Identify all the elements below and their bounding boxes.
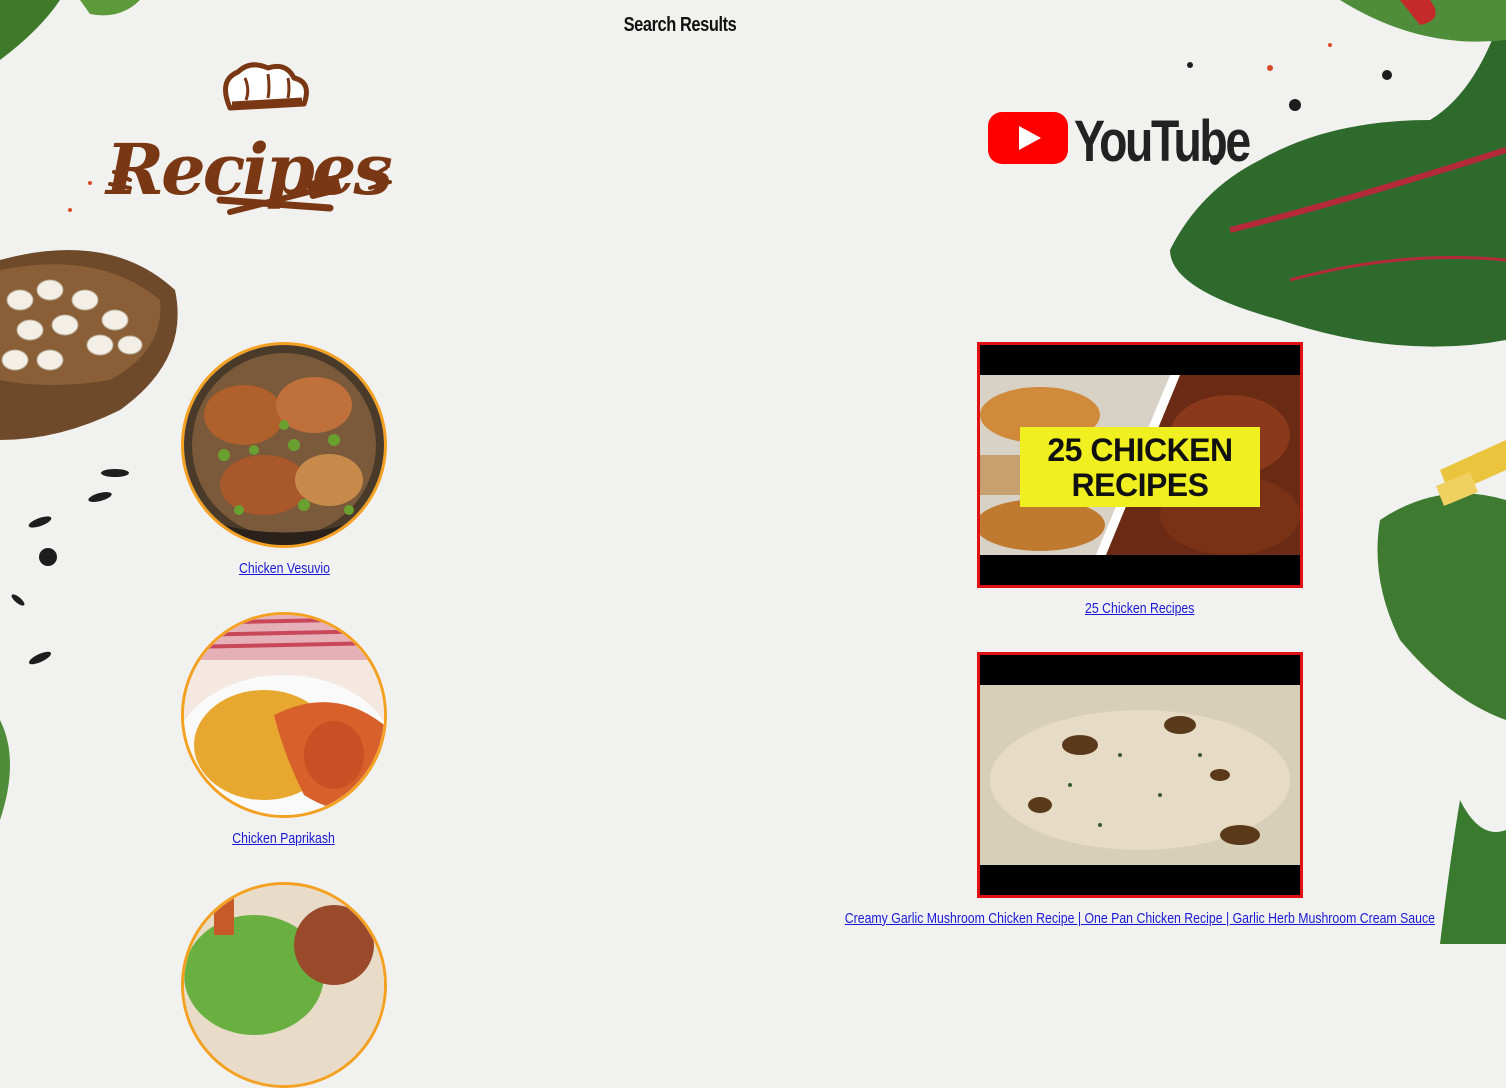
recipe-link[interactable]: Chicken Vesuvio bbox=[239, 560, 330, 577]
video-caption: Creamy Garlic Mushroom Chicken Recipe | … bbox=[777, 910, 1503, 928]
youtube-logo-text: YouTube bbox=[1074, 109, 1251, 174]
chicken-vesuvio-image bbox=[184, 345, 384, 545]
recipe-image[interactable] bbox=[181, 342, 387, 548]
youtube-play-icon bbox=[988, 112, 1068, 164]
video-card[interactable]: 25 CHICKEN RECIPES 25 Chicken Recipes bbox=[977, 342, 1303, 618]
thumbnail-text-line: RECIPES bbox=[1071, 467, 1209, 503]
mushroom-chicken-thumbnail-image bbox=[980, 685, 1300, 865]
recipe-image[interactable] bbox=[181, 612, 387, 818]
video-link[interactable]: Creamy Garlic Mushroom Chicken Recipe | … bbox=[845, 910, 1435, 927]
recipes-logo: Recipes bbox=[100, 60, 400, 220]
youtube-logo: YouTube bbox=[988, 108, 1251, 174]
recipe-image[interactable] bbox=[181, 882, 387, 1088]
video-link[interactable]: 25 Chicken Recipes bbox=[1085, 600, 1194, 617]
recipe-card[interactable]: Chicken Vesuvio bbox=[180, 342, 388, 578]
recipe-card[interactable] bbox=[180, 882, 388, 1088]
page-title: Search Results bbox=[623, 14, 737, 36]
video-card[interactable] bbox=[977, 652, 1303, 898]
chicken-paprikash-image bbox=[184, 615, 384, 815]
video-thumbnail[interactable] bbox=[977, 652, 1303, 898]
recipe-thumbnail-image bbox=[184, 885, 384, 1085]
video-thumbnail[interactable]: 25 CHICKEN RECIPES bbox=[977, 342, 1303, 588]
thumbnail-text-line: 25 CHICKEN bbox=[1047, 432, 1233, 468]
recipe-card[interactable]: Chicken Paprikash bbox=[180, 612, 388, 848]
recipe-link[interactable]: Chicken Paprikash bbox=[233, 830, 336, 847]
recipes-logo-text: Recipes bbox=[106, 128, 393, 211]
